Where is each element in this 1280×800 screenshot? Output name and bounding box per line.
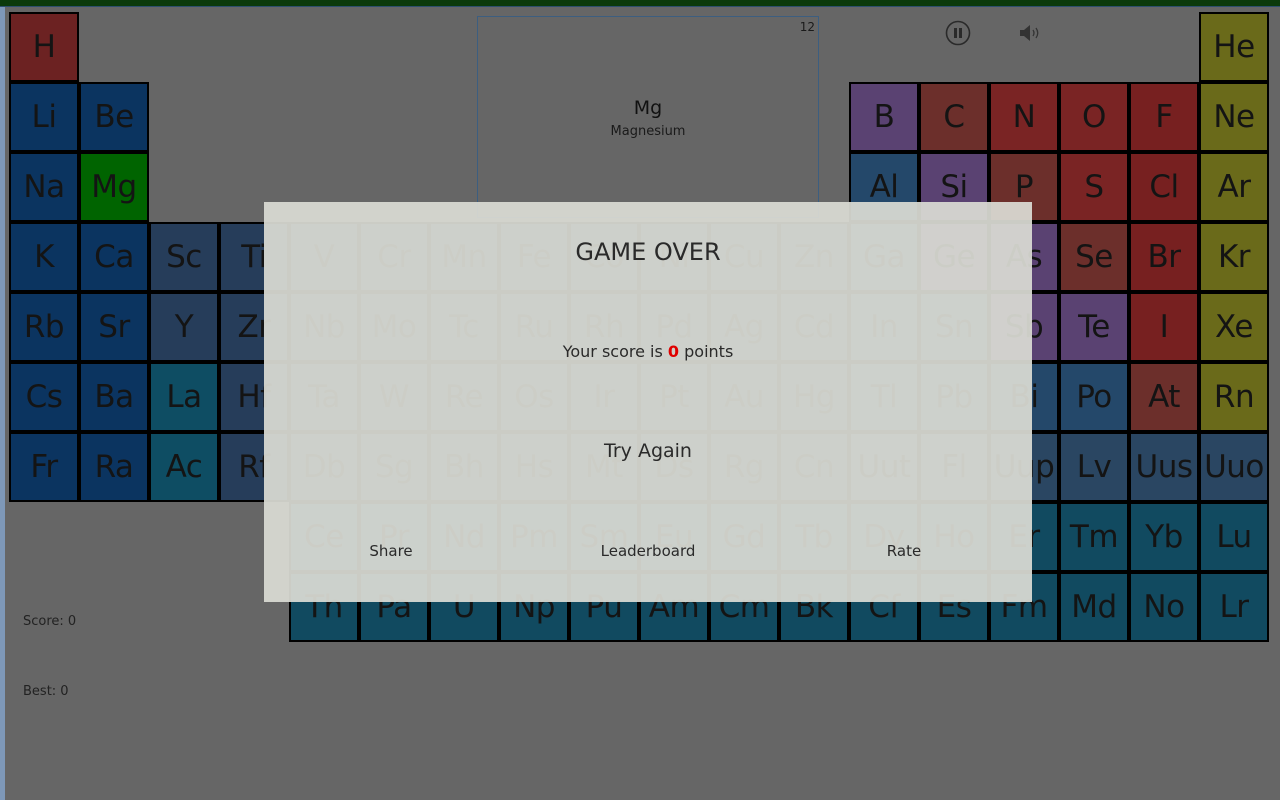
pause-button[interactable] xyxy=(944,19,972,47)
score-value: 0 xyxy=(667,342,680,361)
element-yb[interactable]: Yb xyxy=(1129,502,1199,572)
element-no[interactable]: No xyxy=(1129,572,1199,642)
element-h[interactable]: H xyxy=(9,12,79,82)
top-bar xyxy=(0,0,1280,7)
element-lu[interactable]: Lu xyxy=(1199,502,1269,572)
sound-button[interactable] xyxy=(1016,19,1044,47)
element-cs[interactable]: Cs xyxy=(9,362,79,432)
element-kr[interactable]: Kr xyxy=(1199,222,1269,292)
dialog-title: GAME OVER xyxy=(575,238,721,266)
element-rb[interactable]: Rb xyxy=(9,292,79,362)
element-uus[interactable]: Uus xyxy=(1129,432,1199,502)
atomic-number: 12 xyxy=(799,20,815,34)
try-again-button[interactable]: Try Again xyxy=(264,440,1032,462)
element-ca[interactable]: Ca xyxy=(79,222,149,292)
best-label: Best: 0 xyxy=(23,684,69,699)
element-fr[interactable]: Fr xyxy=(9,432,79,502)
score-suffix: points xyxy=(679,342,734,361)
element-se[interactable]: Se xyxy=(1059,222,1129,292)
element-s[interactable]: S xyxy=(1059,152,1129,222)
score-message: Your score is 0 points xyxy=(264,342,1032,361)
element-symbol: Mg xyxy=(633,97,663,119)
element-he[interactable]: He xyxy=(1199,12,1269,82)
element-n[interactable]: N xyxy=(989,82,1059,152)
element-info-box: 12 Mg Magnesium xyxy=(477,16,819,218)
element-at[interactable]: At xyxy=(1129,362,1199,432)
leaderboard-button[interactable]: Leaderboard xyxy=(601,542,696,560)
element-ra[interactable]: Ra xyxy=(79,432,149,502)
element-la[interactable]: La xyxy=(149,362,219,432)
element-cl[interactable]: Cl xyxy=(1129,152,1199,222)
element-k[interactable]: K xyxy=(9,222,79,292)
element-br[interactable]: Br xyxy=(1129,222,1199,292)
element-sc[interactable]: Sc xyxy=(149,222,219,292)
element-tm[interactable]: Tm xyxy=(1059,502,1129,572)
element-mg[interactable]: Mg xyxy=(79,152,149,222)
left-edge xyxy=(0,7,5,800)
element-be[interactable]: Be xyxy=(79,82,149,152)
game-over-dialog: GAME OVER Your score is 0 points Try Aga… xyxy=(264,202,1032,602)
element-xe[interactable]: Xe xyxy=(1199,292,1269,362)
element-b[interactable]: B xyxy=(849,82,919,152)
element-md[interactable]: Md xyxy=(1059,572,1129,642)
element-ar[interactable]: Ar xyxy=(1199,152,1269,222)
element-te[interactable]: Te xyxy=(1059,292,1129,362)
element-po[interactable]: Po xyxy=(1059,362,1129,432)
element-sr[interactable]: Sr xyxy=(79,292,149,362)
element-c[interactable]: C xyxy=(919,82,989,152)
speaker-icon xyxy=(1020,25,1039,41)
element-o[interactable]: O xyxy=(1059,82,1129,152)
element-li[interactable]: Li xyxy=(9,82,79,152)
score-prefix: Your score is xyxy=(562,342,668,361)
pause-circle-icon xyxy=(945,20,971,46)
rate-button[interactable]: Rate xyxy=(887,542,921,560)
element-uuo[interactable]: Uuo xyxy=(1199,432,1269,502)
element-ba[interactable]: Ba xyxy=(79,362,149,432)
element-ac[interactable]: Ac xyxy=(149,432,219,502)
element-y[interactable]: Y xyxy=(149,292,219,362)
element-ne[interactable]: Ne xyxy=(1199,82,1269,152)
share-button[interactable]: Share xyxy=(369,542,412,560)
element-f[interactable]: F xyxy=(1129,82,1199,152)
element-na[interactable]: Na xyxy=(9,152,79,222)
score-label: Score: 0 xyxy=(23,614,77,629)
element-lv[interactable]: Lv xyxy=(1059,432,1129,502)
element-lr[interactable]: Lr xyxy=(1199,572,1269,642)
element-rn[interactable]: Rn xyxy=(1199,362,1269,432)
element-i[interactable]: I xyxy=(1129,292,1199,362)
element-name: Magnesium xyxy=(610,124,686,139)
